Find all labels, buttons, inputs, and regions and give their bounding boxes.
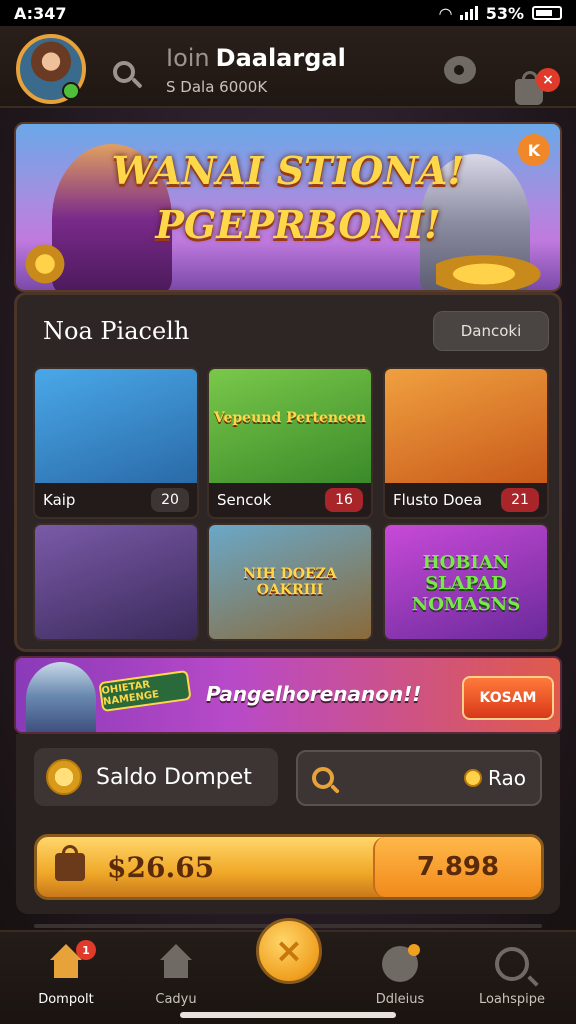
- user-name-text: Daalargal: [215, 44, 346, 72]
- promo-banner[interactable]: OHIETAR NAMENGE Pangelhorenanon!! KOSAM: [14, 656, 562, 734]
- search-icon: [113, 61, 135, 83]
- hero-corner-button[interactable]: K: [518, 134, 550, 166]
- coins-pile-icon: [436, 250, 556, 290]
- dice-icon: [382, 944, 420, 982]
- game-card[interactable]: Vepeund Perteneen Sencok 16: [207, 367, 373, 519]
- nav-badge: 1: [76, 940, 96, 960]
- game-thumbnail: [35, 525, 197, 639]
- home-indicator: [180, 1012, 396, 1018]
- wallet-search-input[interactable]: Rao: [296, 750, 542, 806]
- wallet-label: Saldo Dompet: [34, 748, 278, 806]
- game-card[interactable]: [33, 523, 199, 641]
- chat-button[interactable]: [440, 50, 480, 90]
- online-status-icon: [62, 82, 80, 100]
- chat-icon: [444, 56, 476, 84]
- house-icon: [156, 944, 196, 984]
- promo-button[interactable]: KOSAM: [462, 676, 554, 720]
- game-card[interactable]: Flusto Doea 21: [383, 367, 549, 519]
- signal-icon: [459, 6, 478, 20]
- status-icons: ◠ 53%: [439, 4, 562, 23]
- balance-bar[interactable]: $26.65 7.898: [34, 834, 544, 900]
- balance-secondary[interactable]: 7.898: [373, 837, 541, 897]
- coins-pile-icon: [20, 244, 70, 284]
- game-thumbnail: [35, 369, 197, 483]
- nav-item-dompolt[interactable]: 1 Dompolt: [18, 940, 114, 1020]
- user-balance-sub: S Dala 6000K: [166, 78, 268, 96]
- game-name: Flusto Doea: [393, 491, 483, 509]
- nav-item-cadyu[interactable]: Cadyu: [128, 940, 224, 1020]
- game-card[interactable]: HOBIAN SLAPAD NOMASNS: [383, 523, 549, 641]
- top-header: Ioin Daalargal S Dala 6000K ×: [0, 26, 576, 108]
- status-bar: A:347 ◠ 53%: [0, 0, 576, 26]
- game-count-badge: 20: [151, 488, 189, 512]
- nav-item-ddleius[interactable]: Ddleius: [352, 940, 448, 1020]
- hero-title-line1: WANAI STIONA!: [111, 148, 465, 193]
- nav-label: Ddleius: [375, 992, 425, 1007]
- panel-title: Noa Piacelh: [43, 317, 190, 345]
- battery-percent: 53%: [485, 3, 524, 23]
- notification-badge[interactable]: ×: [536, 68, 560, 92]
- battery-icon: [532, 6, 562, 20]
- user-name: Ioin Daalargal: [166, 44, 346, 72]
- games-panel: Noa Piacelh Dancoki Kaip 20 Vepeund Perte…: [14, 292, 562, 652]
- panel-action-button[interactable]: Dancoki: [433, 311, 549, 351]
- center-play-button[interactable]: ×: [256, 918, 322, 984]
- nav-label: Loahspipe: [478, 992, 546, 1007]
- status-time: A:347: [14, 3, 67, 23]
- search-icon: [495, 947, 529, 981]
- hero-title-line2: PGEPRBONI!: [155, 202, 441, 247]
- coin-icon: [46, 759, 82, 795]
- game-card[interactable]: NIH DOEZA OAKRIII: [207, 523, 373, 641]
- hero-banner[interactable]: WANAI STIONA! PGEPRBONI! K: [14, 122, 562, 292]
- search-icon-wrapper: [492, 944, 532, 984]
- search-button[interactable]: [104, 52, 144, 92]
- promo-tag: OHIETAR NAMENGE: [98, 669, 192, 713]
- game-name: Kaip: [43, 491, 76, 509]
- game-thumbnail: [385, 369, 547, 483]
- nav-label: Cadyu: [155, 992, 197, 1007]
- wallet-label-text: Saldo Dompet: [96, 764, 252, 790]
- game-thumbnail: HOBIAN SLAPAD NOMASNS: [385, 525, 547, 639]
- game-thumbnail: Vepeund Perteneen: [209, 369, 371, 483]
- game-thumbnail: NIH DOEZA OAKRIII: [209, 525, 371, 639]
- wifi-icon: ◠: [439, 3, 452, 23]
- nav-label: Dompolt: [38, 992, 94, 1007]
- game-count-badge: 16: [325, 488, 363, 512]
- game-name: Sencok: [217, 491, 272, 509]
- game-card[interactable]: Kaip 20: [33, 367, 199, 519]
- dice-icon-wrapper: [380, 944, 420, 984]
- game-count-badge: 21: [501, 488, 539, 512]
- promo-character: [26, 662, 96, 732]
- search-value: Rao: [488, 766, 526, 790]
- user-name-prefix: Ioin: [166, 44, 210, 72]
- wallet-icon: [55, 845, 85, 881]
- balance-amount: $26.65: [107, 851, 215, 884]
- nav-item-loahspipe[interactable]: Loahspipe: [464, 940, 560, 1020]
- search-icon: [312, 767, 334, 789]
- promo-text: Pangelhorenanon!!: [206, 682, 422, 706]
- coin-icon: [464, 769, 483, 787]
